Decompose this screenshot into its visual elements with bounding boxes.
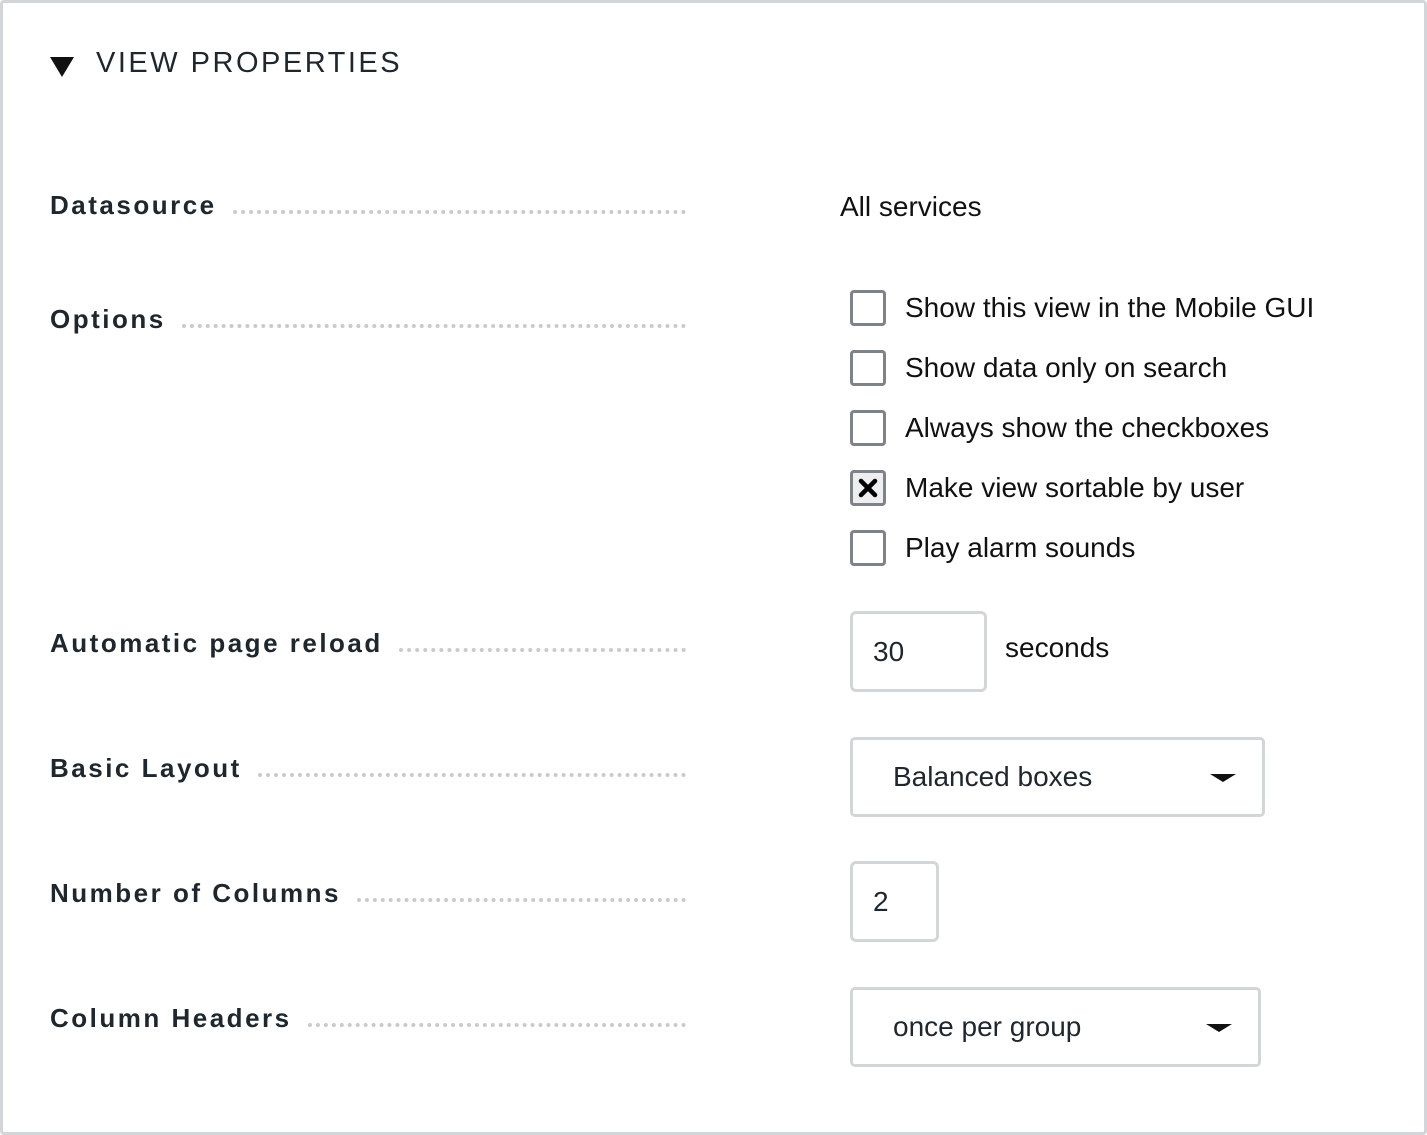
dotted-leader — [307, 1023, 686, 1027]
option-mobile-gui[interactable]: Show this view in the Mobile GUI — [850, 290, 1314, 326]
option-sortable-by-user[interactable]: Make view sortable by user — [850, 470, 1244, 506]
checkbox-checked[interactable] — [850, 470, 886, 506]
triangle-down-icon[interactable] — [50, 57, 74, 77]
checkbox[interactable] — [850, 350, 886, 386]
headers-selected[interactable]: once per group — [893, 1011, 1081, 1043]
option-alarm-sounds[interactable]: Play alarm sounds — [850, 530, 1135, 566]
dotted-leader — [181, 324, 686, 328]
headers-row-label: Column Headers — [50, 1003, 686, 1034]
options-label: Options — [50, 304, 166, 334]
checkbox-label[interactable]: Show this view in the Mobile GUI — [905, 292, 1314, 324]
dotted-leader — [356, 898, 686, 902]
reload-row-label: Automatic page reload — [50, 628, 686, 659]
reload-label: Automatic page reload — [50, 628, 383, 658]
datasource-row-label: Datasource — [50, 190, 686, 221]
options-row-label: Options — [50, 304, 686, 335]
columns-row-label: Number of Columns — [50, 878, 686, 909]
layout-label: Basic Layout — [50, 753, 242, 783]
checkbox-label[interactable]: Make view sortable by user — [905, 472, 1244, 504]
reload-value[interactable]: 30 — [873, 636, 904, 668]
view-properties-panel: VIEW PROPERTIES Datasource All services … — [0, 0, 1427, 1135]
columns-value[interactable]: 2 — [873, 886, 889, 918]
dotted-leader — [398, 648, 686, 652]
columns-label: Number of Columns — [50, 878, 341, 908]
dotted-leader — [257, 773, 686, 777]
datasource-label: Datasource — [50, 190, 217, 220]
reload-unit: seconds — [1005, 632, 1110, 663]
checkbox-label[interactable]: Play alarm sounds — [905, 532, 1135, 564]
checkbox-label[interactable]: Always show the checkboxes — [905, 412, 1269, 444]
caret-down-icon[interactable] — [1210, 774, 1236, 782]
headers-select[interactable]: once per group — [850, 987, 1261, 1067]
headers-label: Column Headers — [50, 1003, 292, 1033]
layout-row-label: Basic Layout — [50, 753, 686, 784]
x-mark-icon — [853, 473, 883, 503]
datasource-value: All services — [840, 191, 982, 222]
layout-select[interactable]: Balanced boxes — [850, 737, 1265, 817]
checkbox[interactable] — [850, 410, 886, 446]
view-properties-header[interactable]: VIEW PROPERTIES — [50, 43, 402, 83]
caret-down-icon[interactable] — [1206, 1024, 1232, 1032]
checkbox[interactable] — [850, 290, 886, 326]
dotted-leader — [232, 210, 686, 214]
option-always-show-checkboxes[interactable]: Always show the checkboxes — [850, 410, 1269, 446]
option-data-on-search[interactable]: Show data only on search — [850, 350, 1227, 386]
columns-input[interactable]: 2 — [850, 861, 939, 942]
reload-seconds-input[interactable]: 30 — [850, 611, 987, 692]
checkbox[interactable] — [850, 530, 886, 566]
layout-selected[interactable]: Balanced boxes — [893, 761, 1092, 793]
section-title: VIEW PROPERTIES — [96, 46, 403, 79]
checkbox-label[interactable]: Show data only on search — [905, 352, 1227, 384]
